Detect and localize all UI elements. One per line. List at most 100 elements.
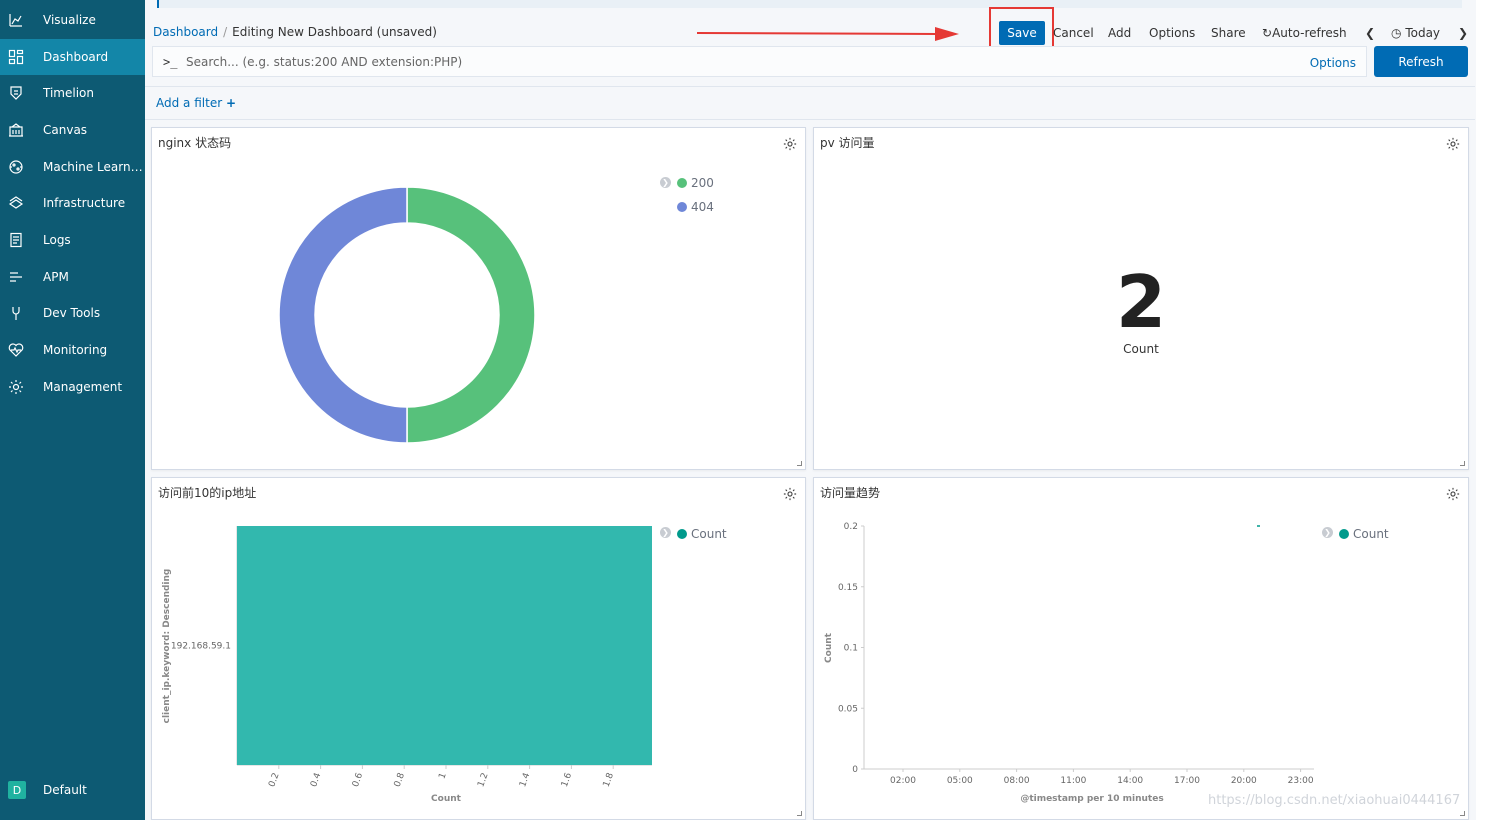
sidebar-item-logs[interactable]: Logs — [0, 222, 145, 258]
legend-dot-teal — [677, 529, 687, 539]
legend-toggle-icon[interactable]: ❯ — [660, 177, 671, 188]
legend-toggle-icon[interactable]: ❯ — [660, 527, 671, 538]
x-tick-label: 05:00 — [947, 776, 973, 786]
gear-icon[interactable] — [783, 137, 797, 151]
legend-toggle-icon[interactable]: ❯ — [1322, 527, 1333, 538]
legend-dot-purple — [677, 202, 687, 212]
x-axis-title: Count — [431, 794, 462, 804]
timelion-icon — [8, 85, 24, 101]
watermark: https://blog.csdn.net/xiaohuai0444167 — [1208, 793, 1461, 808]
sidebar-item-monitoring[interactable]: Monitoring — [0, 332, 145, 368]
auto-refresh-button[interactable]: ↻Auto-refresh — [1262, 26, 1347, 40]
apm-icon — [8, 269, 24, 285]
sidebar-item-dev-tools[interactable]: Dev Tools — [0, 295, 145, 331]
resize-handle[interactable] — [797, 461, 802, 466]
panel-title: pv 访问量 — [820, 136, 875, 150]
query-options-link[interactable]: Options — [1310, 56, 1356, 70]
auto-refresh-label: Auto-refresh — [1272, 26, 1347, 40]
panel-pie: nginx 状态码 ❯ 200 404 — [151, 127, 806, 470]
sidebar-item-label: Timelion — [43, 86, 94, 100]
legend-item[interactable]: Count — [1339, 522, 1389, 546]
add-filter-button[interactable]: Add a filter + — [156, 96, 236, 110]
management-icon — [8, 379, 24, 395]
x-tick-label: 1.8 — [602, 771, 616, 788]
sidebar-item-label: Infrastructure — [43, 196, 126, 210]
breadcrumb: Dashboard / Editing New Dashboard (unsaved… — [153, 25, 437, 39]
sidebar-item-label: Logs — [43, 233, 71, 247]
legend-item[interactable]: 404 — [677, 195, 714, 219]
y-tick-label: 0.05 — [838, 704, 858, 714]
breadcrumb-current: Editing New Dashboard (unsaved) — [232, 25, 437, 39]
sidebar-item-label: Canvas — [43, 123, 88, 137]
sidebar-item-dashboard[interactable]: Dashboard — [0, 39, 145, 75]
pie-slice-404[interactable] — [278, 186, 408, 444]
sidebar-item-visualize[interactable]: Visualize — [0, 2, 145, 38]
sidebar-item-label: Dev Tools — [43, 306, 101, 320]
sidebar-item-management[interactable]: Management — [0, 369, 145, 405]
bar-legend: Count — [677, 522, 727, 546]
y-tick-label: 0.15 — [838, 583, 858, 593]
space-label: Default — [43, 783, 87, 797]
sidebar-item-apm[interactable]: APM — [0, 259, 145, 295]
legend-label: 200 — [691, 176, 714, 190]
gear-icon[interactable] — [1446, 487, 1460, 501]
chevron-left-icon[interactable]: ❮ — [1365, 26, 1375, 40]
bar[interactable] — [237, 526, 652, 765]
resize-handle[interactable] — [797, 811, 802, 816]
cancel-button[interactable]: Cancel — [1053, 26, 1094, 40]
pie-slice-200[interactable] — [406, 186, 536, 444]
chevron-right-icon[interactable]: ❯ — [1458, 26, 1468, 40]
sidebar-item-canvas[interactable]: Canvas — [0, 112, 145, 148]
time-picker[interactable]: ◷ Today — [1391, 26, 1440, 40]
gear-icon[interactable] — [1446, 137, 1460, 151]
legend-item[interactable]: 200 — [677, 171, 714, 195]
refresh-icon: ↻ — [1262, 26, 1273, 40]
y-tick-label: 192.168.59.1 — [171, 642, 231, 652]
resize-handle[interactable] — [1460, 461, 1465, 466]
y-tick-label: 0 — [852, 765, 858, 775]
breadcrumb-dashboard-link[interactable]: Dashboard — [153, 25, 218, 39]
x-tick-label: 0.6 — [351, 771, 365, 788]
filter-bar: Add a filter + — [145, 86, 1475, 120]
sidebar-item-timelion[interactable]: Timelion — [0, 75, 145, 111]
monitoring-icon — [8, 342, 24, 358]
space-selector[interactable]: D Default — [0, 772, 145, 808]
x-axis-title: @timestamp per 10 minutes — [1020, 794, 1163, 804]
panel-line: 访问量趋势 0 0.05 0.1 0.15 0.2 02:00 05:00 08:00 11:0… — [813, 477, 1469, 820]
sidebar-item-label: Management — [43, 380, 123, 394]
legend-dot-green — [677, 178, 687, 188]
sidebar-item-label: APM — [43, 270, 69, 284]
sidebar-item-label: Monitoring — [43, 343, 108, 357]
search-input[interactable]: Search... (e.g. status:200 AND extension… — [186, 55, 462, 69]
x-tick-label: 1.6 — [560, 771, 574, 788]
x-tick-label: 0.4 — [309, 771, 323, 788]
refresh-button[interactable]: Refresh — [1374, 46, 1468, 77]
logs-icon — [8, 232, 24, 248]
annotation-arrow — [697, 27, 959, 41]
x-tick-label: 02:00 — [890, 776, 916, 786]
infrastructure-icon — [8, 195, 24, 211]
legend-item[interactable]: Count — [677, 522, 727, 546]
sidebar-item-machine-learning[interactable]: Machine Learni... — [0, 149, 145, 185]
gear-icon[interactable] — [783, 487, 797, 501]
y-axis-title: client_ip.keyword: Descending — [162, 569, 172, 724]
line-legend: Count — [1339, 522, 1389, 546]
visualize-icon — [8, 12, 24, 28]
plus-icon: + — [225, 96, 237, 110]
panel-title: 访问前10的ip地址 — [158, 486, 257, 500]
add-button[interactable]: Add — [1108, 26, 1131, 40]
resize-handle[interactable] — [1460, 811, 1465, 816]
top-notification-strip — [157, 0, 1462, 8]
sidebar-item-label: Dashboard — [43, 50, 109, 64]
sidebar-item-label: Visualize — [43, 13, 96, 27]
options-button[interactable]: Options — [1149, 26, 1195, 40]
metric-value: 2 — [1115, 260, 1167, 344]
query-prompt-icon: >_ — [163, 55, 178, 69]
x-tick-label: 0.2 — [267, 772, 281, 789]
sidebar-item-infrastructure[interactable]: Infrastructure — [0, 185, 145, 221]
query-bar[interactable]: >_ Search... (e.g. status:200 AND extens… — [152, 46, 1367, 77]
legend-label: Count — [691, 527, 727, 541]
share-button[interactable]: Share — [1211, 26, 1246, 40]
x-tick-label: 11:00 — [1060, 776, 1086, 786]
machine-learning-icon — [8, 159, 24, 175]
